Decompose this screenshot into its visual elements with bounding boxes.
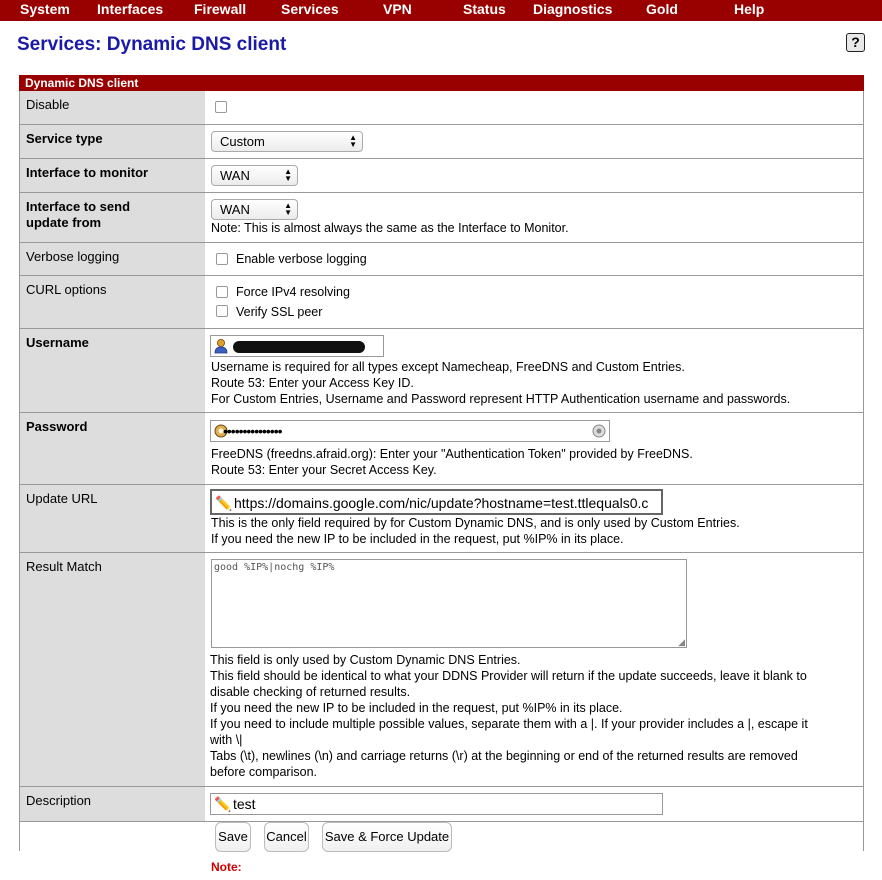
update-url-note-2: If you need the new IP to be included in… [211,532,624,546]
update-url-label: Update URL [20,485,205,552]
save-button[interactable]: Save [215,822,251,852]
row-curl: CURL options Force IPv4 resolving Verify… [20,276,863,329]
verify-ssl-checkbox[interactable] [216,305,228,317]
interface-send-label-line2: update from [26,215,102,230]
password-value: ••••••••••••••• [223,423,283,439]
footer-note-label: Note: [211,860,242,874]
description-label: Description [20,787,205,821]
password-note-1: FreeDNS (freedns.afraid.org): Enter your… [211,447,693,461]
interface-send-select[interactable]: WAN ▲ ▼ [211,199,298,220]
curl-label: CURL options [20,276,205,328]
menu-system[interactable]: System [20,1,70,17]
help-icon[interactable]: ? [846,33,865,52]
row-interface-monitor: Interface to monitor WAN ▲ ▼ [20,159,863,193]
password-note-2: Route 53: Enter your Secret Access Key. [211,463,437,477]
redacted-username [233,341,365,353]
menu-status[interactable]: Status [463,1,506,17]
verify-ssl-label: Verify SSL peer [236,305,323,319]
menu-firewall[interactable]: Firewall [194,1,246,17]
result-match-note-2: This field should be identical to what y… [210,669,807,683]
service-type-label: Service type [20,125,205,158]
cancel-button[interactable]: Cancel [264,822,309,852]
result-match-textarea[interactable]: good %IP%|nochg %IP% ◢ [211,559,687,648]
row-interface-send: Interface to send update from WAN ▲ ▼ Not… [20,193,863,243]
menu-help[interactable]: Help [734,1,764,17]
interface-monitor-select[interactable]: WAN ▲ ▼ [211,165,298,186]
result-match-note-6: with \| [210,733,243,747]
row-result-match: Result Match good %IP%|nochg %IP% ◢ This… [20,553,863,787]
service-type-value: Custom [220,134,265,149]
row-service-type: Service type Custom ▲ ▼ [20,125,863,159]
menu-gold[interactable]: Gold [646,1,678,17]
password-input[interactable]: ••••••••••••••• [210,420,610,442]
row-username: Username Username is required for all ty… [20,329,863,413]
force-ipv4-checkbox[interactable] [216,286,228,298]
verbose-checkbox[interactable] [216,253,228,265]
page-title: Services: Dynamic DNS client [17,34,287,55]
result-match-value: good %IP%|nochg %IP% [214,562,335,573]
pencil-icon: ✏️ [215,495,233,511]
menu-vpn[interactable]: VPN [383,1,412,17]
interface-monitor-value: WAN [220,168,250,183]
interface-send-label-line1: Interface to send [26,199,131,214]
result-match-note-4: If you need the new IP to be included in… [210,701,623,715]
row-description: Description ✏️ test [20,787,863,822]
interface-send-note: Note: This is almost always the same as … [211,221,569,235]
row-password: Password ••••••••••••••• FreeDNS (freedn… [20,413,863,485]
result-match-note-1: This field is only used by Custom Dynami… [210,653,521,667]
row-disable: Disable [20,91,863,125]
description-input[interactable]: ✏️ test [210,793,663,815]
verbose-option-label: Enable verbose logging [236,252,367,266]
row-verbose: Verbose logging Enable verbose logging [20,243,863,276]
pencil-icon: ✏️ [214,796,232,812]
update-url-note-1: This is the only field required by for C… [211,516,740,530]
result-match-note-8: before comparison. [210,765,318,779]
password-label: Password [20,413,205,484]
force-ipv4-label: Force IPv4 resolving [236,285,350,299]
row-update-url: Update URL ✏️ https://domains.google.com… [20,485,863,553]
update-url-value: https://domains.google.com/nic/update?ho… [234,495,649,511]
select-arrows-icon: ▲ ▼ [349,133,357,149]
disable-label: Disable [20,91,205,124]
interface-send-label: Interface to send update from [20,193,205,242]
username-note-2: Route 53: Enter your Access Key ID. [211,376,414,390]
update-url-input[interactable]: ✏️ https://domains.google.com/nic/update… [210,489,663,515]
result-match-note-3: disable checking of returned results. [210,685,411,699]
interface-monitor-label: Interface to monitor [20,159,205,192]
menu-interfaces[interactable]: Interfaces [97,1,163,17]
service-type-select[interactable]: Custom ▲ ▼ [211,131,363,152]
menu-services[interactable]: Services [281,1,339,17]
username-label: Username [20,329,205,412]
select-arrows-icon: ▲ ▼ [284,201,292,217]
username-note-3: For Custom Entries, Username and Passwor… [211,392,791,406]
result-match-note-7: Tabs (\t), newlines (\n) and carriage re… [210,749,798,763]
resize-grip-icon[interactable]: ◢ [678,637,685,648]
user-icon [214,339,228,354]
result-match-note-5: If you need to include multiple possible… [210,717,808,731]
username-note-1: Username is required for all types excep… [211,360,685,374]
username-input[interactable] [210,335,384,357]
top-nav: System Interfaces Firewall Services VPN … [0,0,882,21]
result-match-label: Result Match [20,553,205,786]
password-reveal-icon[interactable] [592,424,606,438]
disable-checkbox[interactable] [215,101,227,113]
verbose-label: Verbose logging [20,243,205,275]
menu-diagnostics[interactable]: Diagnostics [533,1,612,17]
select-arrows-icon: ▲ ▼ [284,167,292,183]
description-value: test [233,796,256,812]
save-force-update-button[interactable]: Save & Force Update [322,822,452,852]
section-header: Dynamic DNS client [19,75,864,91]
interface-send-value: WAN [220,202,250,217]
